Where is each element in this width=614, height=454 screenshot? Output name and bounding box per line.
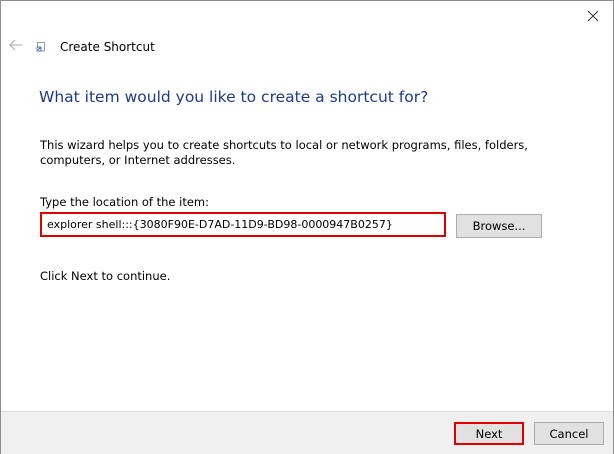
next-button[interactable]: Next (454, 422, 524, 445)
shortcut-icon (36, 42, 45, 52)
dialog-title: Create Shortcut (60, 40, 155, 54)
close-button[interactable] (573, 1, 613, 31)
back-arrow-icon (9, 39, 22, 51)
close-icon (587, 10, 599, 22)
location-label: Type the location of the item: (40, 195, 210, 209)
browse-button[interactable]: Browse... (456, 214, 542, 238)
create-shortcut-dialog: Create Shortcut What item would you like… (0, 0, 614, 454)
back-button[interactable] (5, 33, 27, 57)
continue-instruction: Click Next to continue. (40, 269, 171, 283)
location-input[interactable] (40, 212, 446, 237)
wizard-description: This wizard helps you to create shortcut… (40, 138, 528, 167)
page-heading: What item would you like to create a sho… (39, 88, 429, 106)
cancel-button[interactable]: Cancel (534, 422, 604, 445)
